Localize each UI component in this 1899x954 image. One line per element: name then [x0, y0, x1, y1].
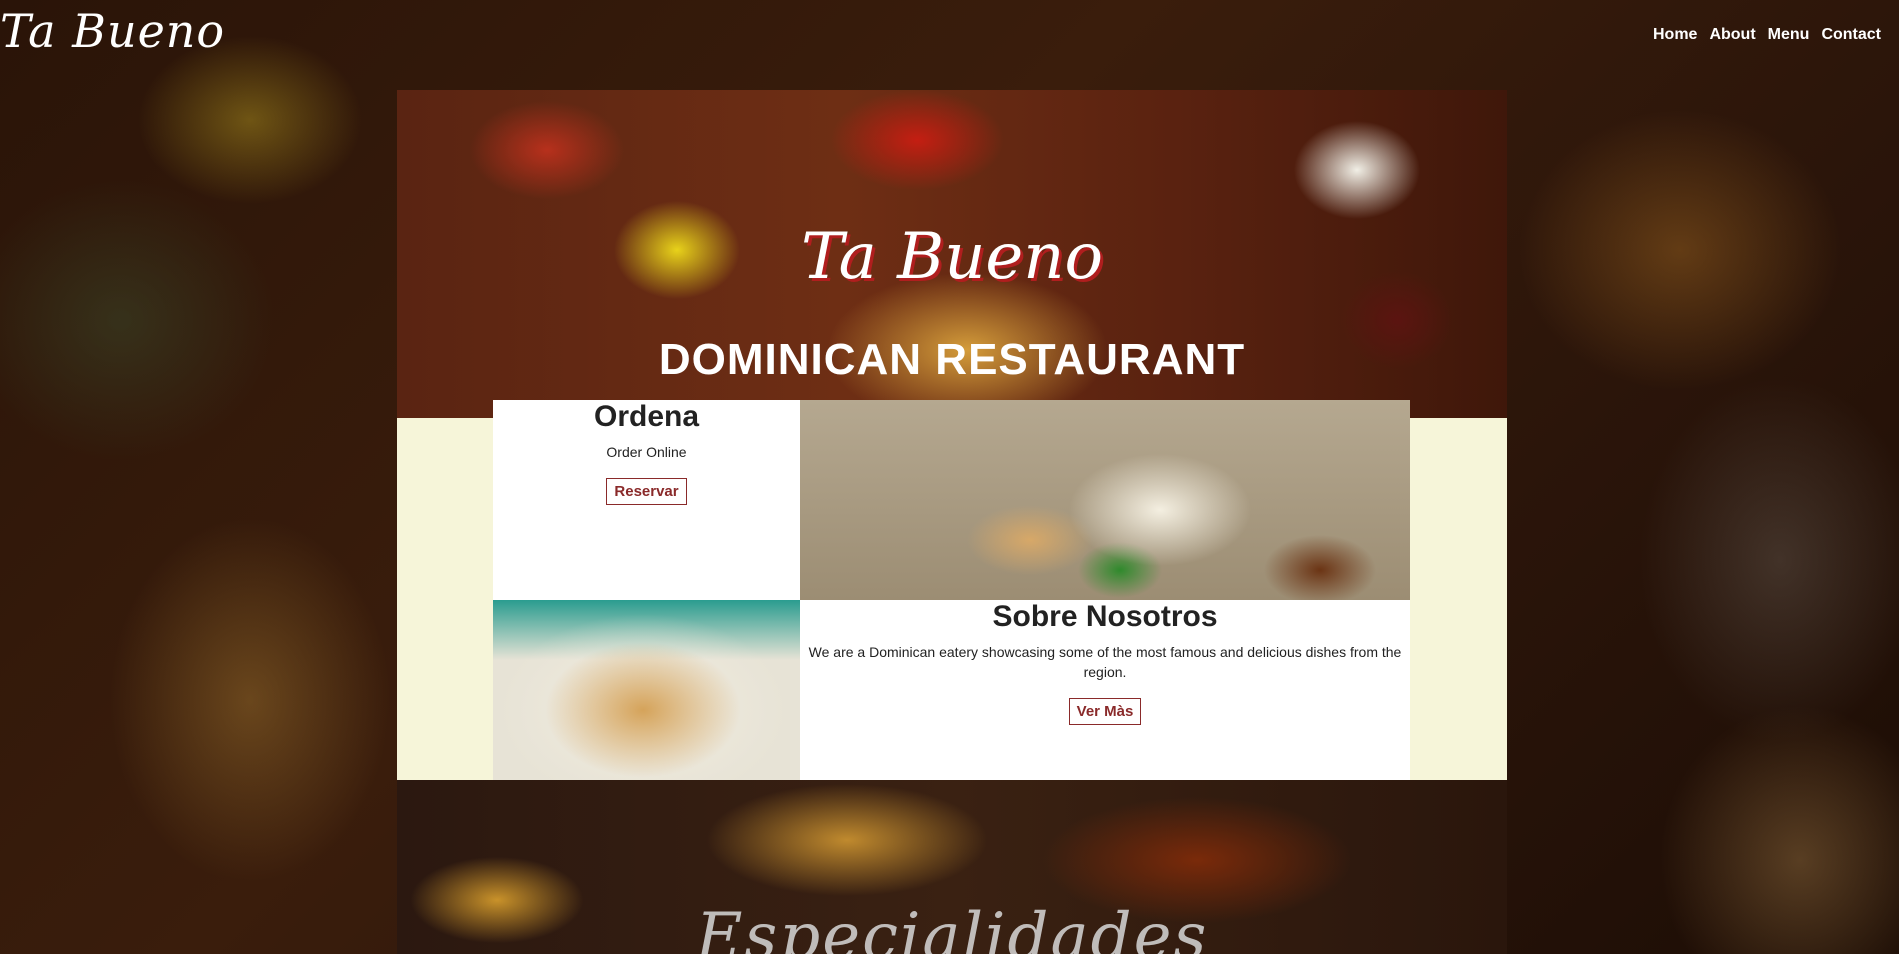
order-subtitle: Order Online [606, 444, 687, 460]
food-photo-empanadas [493, 600, 800, 800]
hero-subtitle: DOMINICAN RESTAURANT [658, 335, 1246, 384]
about-title: Sobre Nosotros [992, 600, 1218, 633]
specialties-banner: Especialidades [397, 780, 1507, 954]
specialties-title: Especialidades [695, 900, 1209, 954]
nav-about[interactable]: About [1709, 26, 1755, 44]
order-title: Ordena [593, 400, 700, 433]
site-logo[interactable]: Ta Bueno [0, 4, 225, 58]
feature-grid: Ordena Order Online Reservar Sobre Nosot… [493, 400, 1410, 800]
nav-home[interactable]: Home [1653, 26, 1697, 44]
about-text: We are a Dominican eatery showcasing som… [808, 644, 1402, 680]
ver-mas-button[interactable]: Ver Màs [1068, 698, 1142, 725]
hero-logo: Ta Bueno [800, 220, 1104, 294]
main-content: Ta Bueno DOMINICAN RESTAURANT Ordena Ord… [397, 90, 1507, 954]
hero-banner: Ta Bueno DOMINICAN RESTAURANT [397, 90, 1507, 418]
order-panel: Ordena Order Online Reservar [493, 400, 800, 600]
reservar-button[interactable]: Reservar [606, 478, 687, 505]
main-nav: Home About Menu Contact [1653, 26, 1881, 44]
nav-contact[interactable]: Contact [1821, 26, 1881, 44]
top-bar: Ta Bueno Home About Menu Contact [0, 0, 1899, 74]
about-panel: Sobre Nosotros We are a Dominican eatery… [800, 600, 1410, 800]
food-photo-platter [800, 400, 1410, 600]
nav-menu[interactable]: Menu [1768, 26, 1810, 44]
